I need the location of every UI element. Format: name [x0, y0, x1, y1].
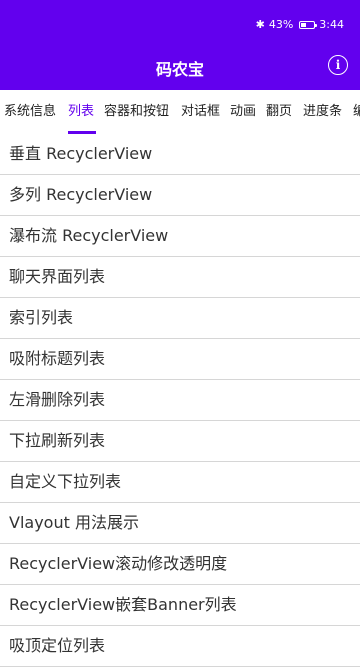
- tab-7[interactable]: 编: [353, 90, 360, 134]
- battery-fill: [301, 22, 307, 27]
- page-title: 码农宝: [155, 60, 204, 79]
- demo-list: 垂直 RecyclerView 多列 RecyclerView 瀑布流 Recycl…: [0, 134, 360, 667]
- tab-1[interactable]: 列表: [68, 90, 94, 134]
- battery-percent: 43%: [268, 18, 294, 31]
- list-item[interactable]: 吸顶定位列表: [0, 626, 360, 667]
- list-item[interactable]: 吸附标题列表: [0, 339, 360, 380]
- tab-0[interactable]: 系统信息: [4, 90, 56, 134]
- battery-charging-icon: [299, 20, 318, 29]
- list-item[interactable]: 瀑布流 RecyclerView: [0, 216, 360, 257]
- list-item[interactable]: 多列 RecyclerView: [0, 175, 360, 216]
- tab-4[interactable]: 动画: [230, 90, 256, 134]
- clock: 3:44: [319, 18, 344, 31]
- list-item[interactable]: 自定义下拉列表: [0, 462, 360, 503]
- bluetooth-icon: ✱: [255, 18, 265, 31]
- list-item[interactable]: 聊天界面列表: [0, 257, 360, 298]
- list-item[interactable]: RecyclerView嵌套Banner列表: [0, 585, 360, 626]
- list-item[interactable]: Vlayout 用法展示: [0, 503, 360, 544]
- tab-2[interactable]: 容器和按钮: [104, 90, 169, 134]
- app-bar: ✱ 43% 3:44 码农宝 i: [0, 0, 360, 90]
- list-item[interactable]: 下拉刷新列表: [0, 421, 360, 462]
- list-item[interactable]: 垂直 RecyclerView: [0, 134, 360, 175]
- info-icon[interactable]: i: [328, 55, 348, 75]
- tab-5[interactable]: 翻页: [266, 90, 292, 134]
- tab-3[interactable]: 对话框: [181, 90, 220, 134]
- list-item[interactable]: 左滑删除列表: [0, 380, 360, 421]
- status-bar: ✱ 43% 3:44: [256, 18, 344, 31]
- tab-6[interactable]: 进度条: [303, 90, 342, 134]
- list-item[interactable]: 索引列表: [0, 298, 360, 339]
- list-item[interactable]: RecyclerView滚动修改透明度: [0, 544, 360, 585]
- tab-bar: 系统信息 列表 容器和按钮 对话框 动画 翻页 进度条编: [0, 90, 360, 134]
